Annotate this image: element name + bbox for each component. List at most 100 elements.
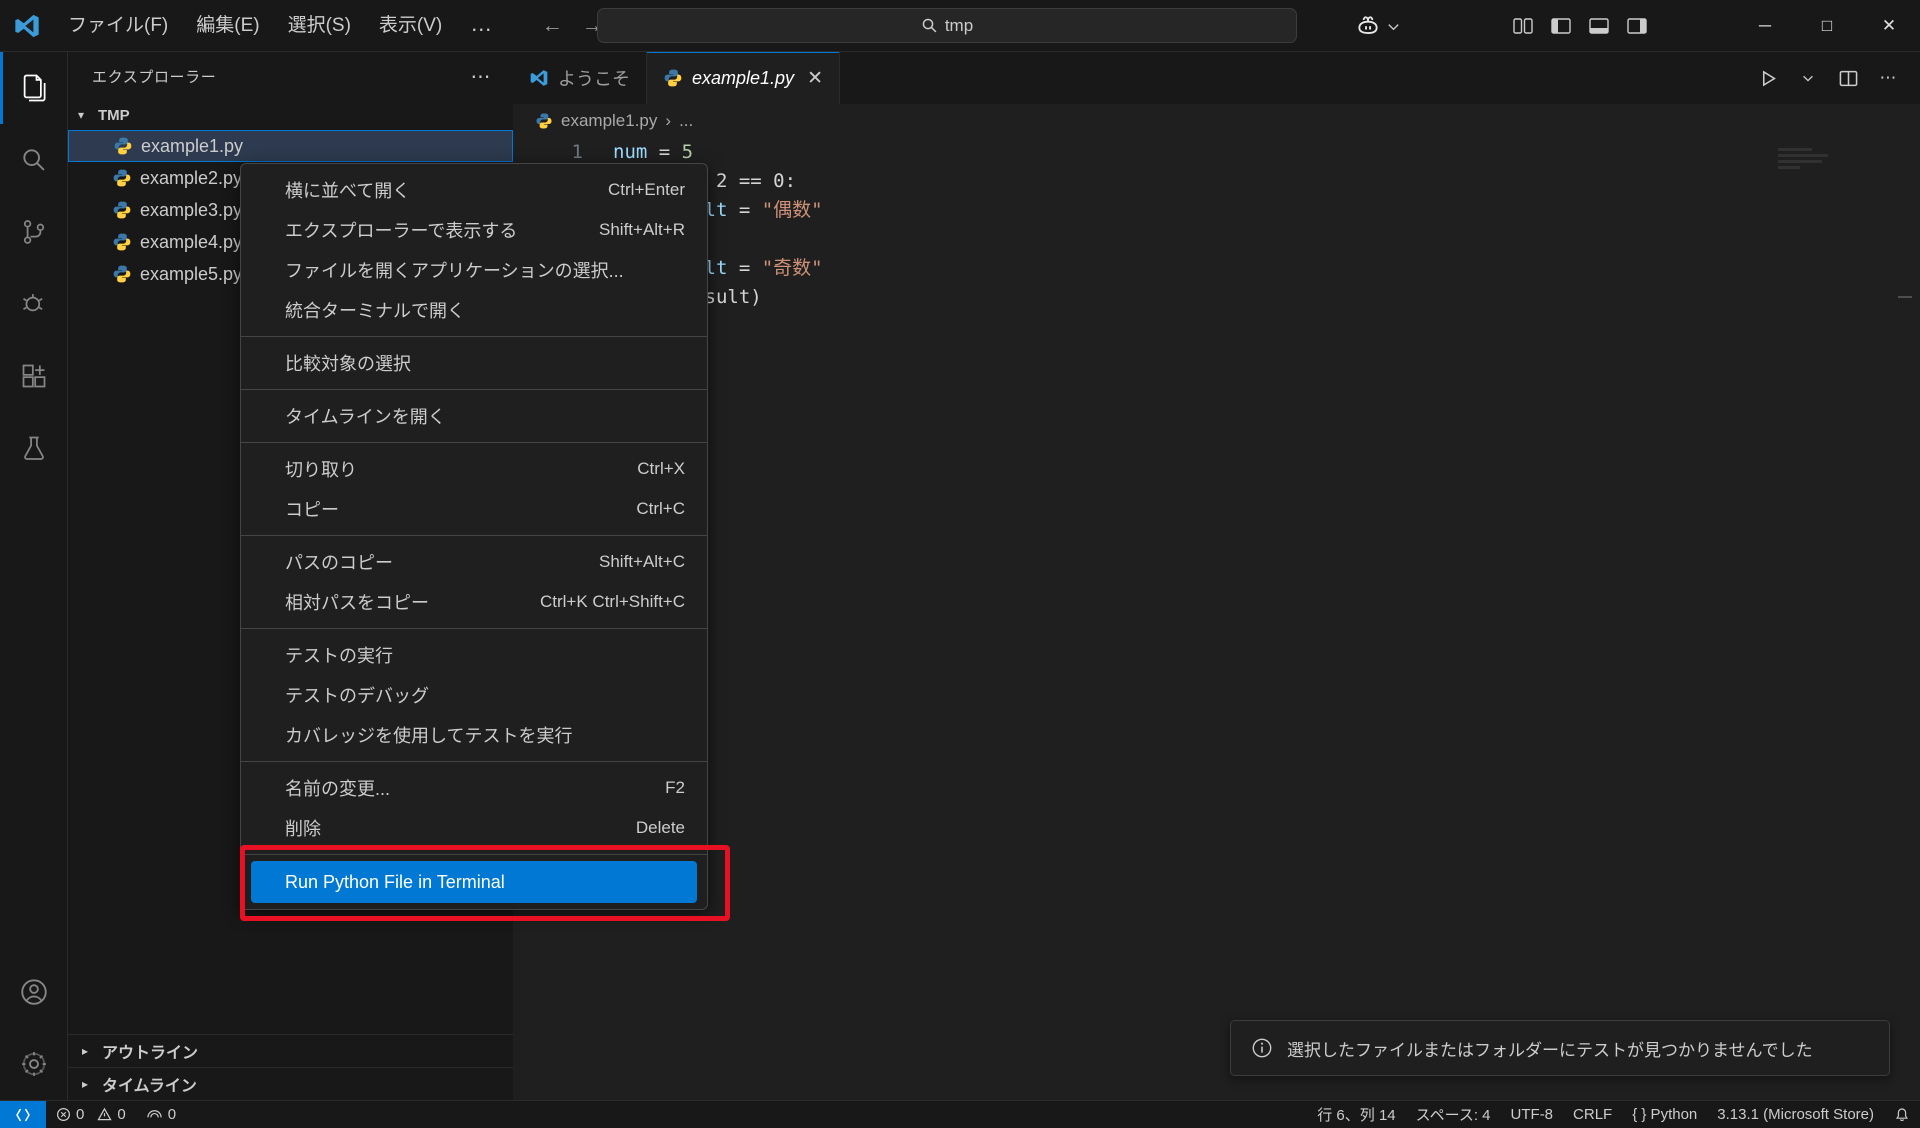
ctx-copy-path[interactable]: パスのコピー Shift+Alt+C [241,542,707,582]
menu-separator [241,442,707,443]
toggle-primary-sidebar-icon[interactable] [1543,8,1579,44]
sidebar-item-testing[interactable] [0,412,68,484]
chevron-right-icon: ▸ [82,1044,89,1058]
status-problems[interactable]: 0 0 [46,1101,136,1128]
ctx-open-timeline[interactable]: タイムラインを開く [241,396,707,436]
code-editor[interactable]: 1 num = 5 2 if num % 2 == 0: 3 result = … [513,138,1920,312]
close-icon[interactable]: ✕ [807,67,823,90]
ctx-open-with[interactable]: ファイルを開くアプリケーションの選択... [241,250,707,290]
accounts-button[interactable] [0,956,68,1028]
status-text: UTF-8 [1510,1106,1554,1123]
toggle-secondary-sidebar-icon[interactable] [1619,8,1655,44]
ctx-reveal-in-explorer[interactable]: エクスプローラーで表示する Shift+Alt+R [241,210,707,250]
ctx-label: テストの実行 [285,646,393,666]
python-icon [113,169,131,187]
ctx-shortcut: Shift+Alt+R [599,220,685,239]
code-token: "奇数" [761,257,823,279]
ctx-label: 相対パスをコピー [285,593,429,613]
ctx-run-tests[interactable]: テストの実行 [241,635,707,675]
status-cursor-position[interactable]: 行 6、列 14 [1307,1101,1405,1128]
remote-indicator[interactable] [0,1100,46,1128]
sidebar-item-extensions[interactable] [0,340,68,412]
ctx-open-to-the-side[interactable]: 横に並べて開く Ctrl+Enter [241,170,707,210]
ellipsis-icon[interactable]: ⋯ [462,64,499,89]
copilot-icon [1358,16,1378,34]
ctx-label: テストのデバッグ [285,686,429,706]
status-indentation[interactable]: スペース: 4 [1406,1101,1501,1128]
ctx-label: 切り取り [285,460,357,480]
menu-selection[interactable]: 選択(S) [274,8,365,44]
status-eol[interactable]: CRLF [1563,1101,1622,1128]
ctx-label: Run Python File in Terminal [285,871,505,892]
ctx-select-for-compare[interactable]: 比較対象の選択 [241,343,707,383]
titlebar: ファイル(F) 編集(E) 選択(S) 表示(V) … ← → tmp ─ □ … [0,0,1920,52]
python-icon [113,233,131,251]
section-outline[interactable]: ▸ アウトライン [68,1034,513,1067]
ctx-copy-relative-path[interactable]: 相対パスをコピー Ctrl+K Ctrl+Shift+C [241,582,707,622]
ctx-rename[interactable]: 名前の変更... F2 [241,768,707,808]
ctx-cut[interactable]: 切り取り Ctrl+X [241,449,707,489]
file-label: example3.py [140,199,243,220]
menu-separator [241,854,707,855]
ports-icon [147,1110,162,1118]
play-icon[interactable] [1750,60,1786,96]
status-language-mode[interactable]: { } Python [1622,1101,1707,1128]
status-notifications[interactable] [1884,1101,1920,1128]
sidebar-item-run-and-debug[interactable] [0,268,68,340]
python-icon [664,69,682,87]
sidebar-item-search[interactable] [0,124,68,196]
menu-separator [241,535,707,536]
tab-welcome[interactable]: ようこそ [513,52,647,104]
status-text: 行 6、列 14 [1317,1107,1396,1124]
status-text: 0 [117,1106,126,1123]
status-ports[interactable]: 0 [136,1101,186,1128]
scrollbar[interactable] [1898,296,1912,318]
tab-label: example1.py [692,67,795,88]
tab-example1-py[interactable]: example1.py ✕ [647,52,840,104]
breadcrumb-tail[interactable]: ... [679,111,693,131]
menu-separator [241,628,707,629]
sidebar-item-source-control[interactable] [0,196,68,268]
notification-toast[interactable]: 選択したファイルまたはフォルダーにテストが見つかりませんでした [1230,1020,1890,1076]
command-center-search[interactable]: tmp [597,8,1297,43]
menu-view[interactable]: 表示(V) [365,8,456,44]
close-button[interactable]: ✕ [1858,0,1920,52]
breadcrumb-file[interactable]: example1.py [561,111,657,131]
ctx-label: ファイルを開くアプリケーションの選択... [285,261,624,281]
chevron-down-icon[interactable] [1790,60,1826,96]
file-label: example2.py [140,167,243,188]
editor-tabs: ようこそ example1.py ✕ ⋯ [513,52,1920,104]
menu-separator [241,761,707,762]
file-row-example1[interactable]: example1.py [68,130,513,162]
ctx-copy[interactable]: コピー Ctrl+C [241,489,707,529]
customize-layout-icon[interactable] [1505,8,1541,44]
menu-overflow-icon[interactable]: … [456,8,507,44]
minimize-button[interactable]: ─ [1734,0,1796,52]
maximize-button[interactable]: □ [1796,0,1858,52]
copilot-button[interactable] [1355,8,1401,44]
editor-action-bar: ⋯ [1750,52,1920,104]
menu-file[interactable]: ファイル(F) [54,8,182,44]
ctx-open-in-integrated-terminal[interactable]: 統合ターミナルで開く [241,290,707,330]
file-context-menu: 横に並べて開く Ctrl+Enter エクスプローラーで表示する Shift+A… [240,163,708,910]
ctx-label: パスのコピー [285,553,393,573]
manage-settings-button[interactable] [0,1028,68,1100]
toggle-panel-icon[interactable] [1581,8,1617,44]
ctx-run-python-file-in-terminal[interactable]: Run Python File in Terminal [251,861,697,903]
code-token: : [784,170,797,192]
section-timeline[interactable]: ▸ タイムライン [68,1067,513,1100]
minimap[interactable] [1778,148,1848,178]
status-text: 3.13.1 (Microsoft Store) [1717,1106,1874,1123]
status-encoding[interactable]: UTF-8 [1501,1101,1564,1128]
split-editor-icon[interactable] [1830,60,1866,96]
status-python-interpreter[interactable]: 3.13.1 (Microsoft Store) [1707,1101,1884,1128]
ctx-run-tests-with-coverage[interactable]: カバレッジを使用してテストを実行 [241,715,707,755]
ctx-debug-tests[interactable]: テストのデバッグ [241,675,707,715]
arrow-left-icon[interactable]: ← [535,10,569,42]
sidebar-item-explorer[interactable] [0,52,68,124]
menu-edit[interactable]: 編集(E) [182,8,273,44]
ctx-delete[interactable]: 削除 Delete [241,808,707,848]
search-icon [922,18,937,33]
ellipsis-icon[interactable]: ⋯ [1870,60,1906,96]
folder-tmp-row[interactable]: ▾ TMP [68,100,513,130]
